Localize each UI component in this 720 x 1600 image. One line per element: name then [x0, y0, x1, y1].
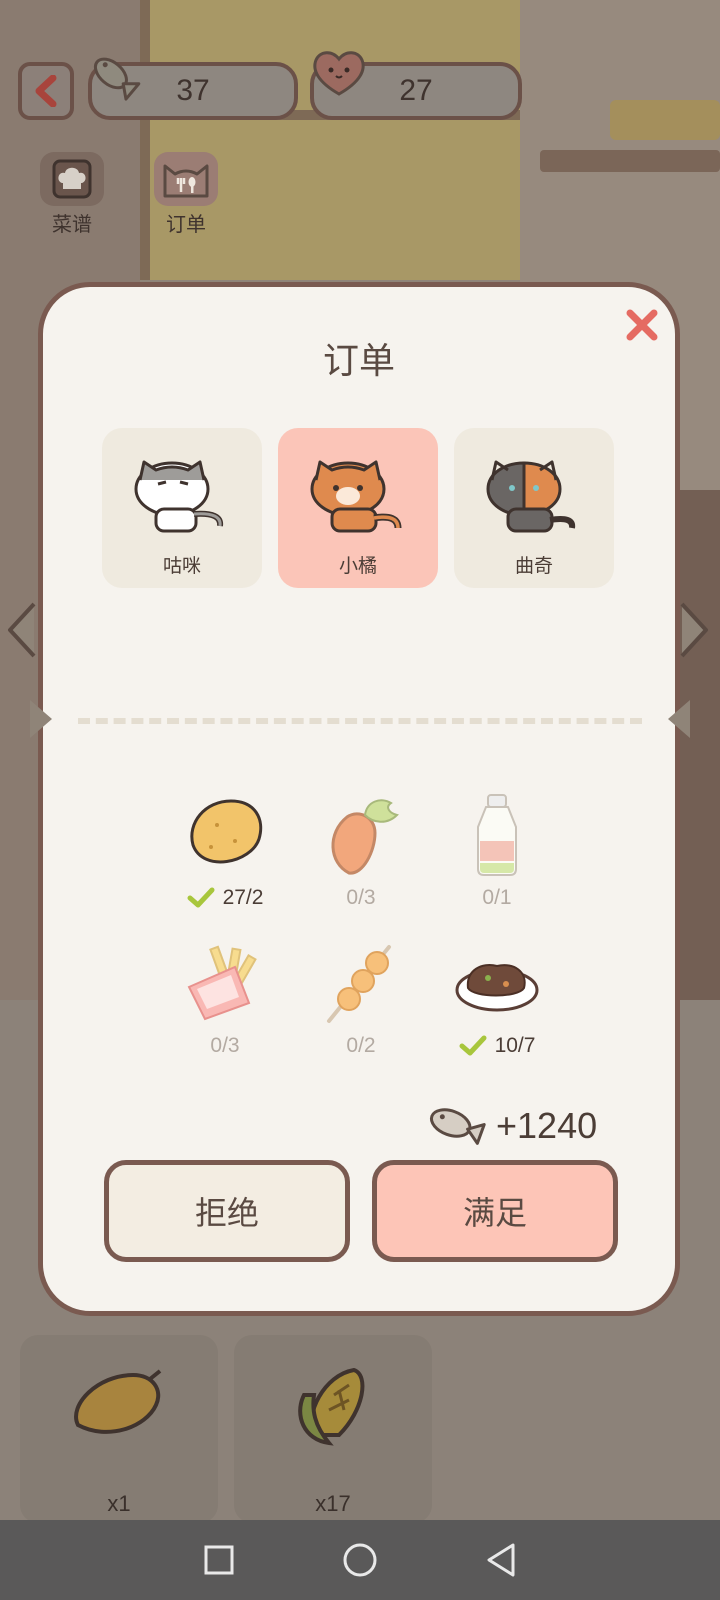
ingredient-milk: 0/1 [432, 790, 562, 910]
fries-icon [187, 945, 257, 1021]
home-icon[interactable] [342, 1542, 378, 1578]
ingredient-carrot: 0/3 [296, 790, 426, 910]
back-arrow-icon [35, 75, 57, 107]
cat-option[interactable]: 曲奇 [454, 428, 614, 588]
system-nav-bar [0, 1520, 720, 1600]
back-icon[interactable] [485, 1542, 517, 1578]
skewer-icon [327, 945, 391, 1023]
ingredient-count: 0/3 [346, 886, 376, 909]
inventory-count: x17 [315, 1491, 351, 1516]
accept-button[interactable]: 满足 [372, 1160, 618, 1262]
milk-bottle-icon [477, 794, 517, 876]
fish-icon [93, 57, 141, 101]
background-towels [610, 100, 720, 140]
inventory-slot[interactable]: x1 [20, 1335, 218, 1523]
cat-name: 小橘 [338, 555, 377, 577]
carrot-icon [331, 799, 399, 875]
background-window [140, 0, 530, 280]
ingredient-skewer: 0/2 [296, 938, 426, 1058]
stew-plate-icon [455, 964, 539, 1012]
accept-label: 满足 [462, 1194, 527, 1232]
recipes-button[interactable]: 菜谱 [32, 152, 112, 237]
back-button[interactable] [18, 62, 74, 120]
ingredient-count: 0/3 [210, 1034, 240, 1057]
recipes-label: 菜谱 [52, 212, 92, 236]
next-arrow-icon[interactable] [676, 600, 712, 660]
ingredient-count: 10/7 [494, 1034, 536, 1057]
previous-arrow-icon[interactable] [4, 600, 40, 660]
ingredient-count: 0/2 [346, 1034, 376, 1057]
ingredient-count: 27/2 [222, 886, 264, 909]
reject-label: 拒绝 [194, 1194, 259, 1232]
gray-white-cat-icon [134, 460, 224, 533]
ingredient-stew: 10/7 [432, 938, 562, 1058]
calico-cat-icon [486, 460, 576, 533]
orders-label: 订单 [166, 212, 206, 236]
fish-count: 37 [176, 74, 210, 107]
ingredient-count: 0/1 [482, 886, 512, 909]
order-reward: +1240 [426, 1098, 597, 1154]
cat-option[interactable]: 咕咪 [102, 428, 262, 588]
cat-order-icon [154, 152, 218, 206]
dialog-title: 订单 [322, 341, 395, 382]
reject-button[interactable]: 拒绝 [104, 1160, 350, 1262]
corn-icon [298, 1367, 365, 1446]
cat-option-selected[interactable]: 小橘 [278, 428, 438, 588]
chef-hat-icon [40, 152, 104, 206]
ingredient-potato: 27/2 [160, 790, 290, 910]
inventory-count: x1 [107, 1491, 131, 1516]
recents-icon[interactable] [203, 1544, 235, 1576]
inventory-slot[interactable]: x17 [234, 1335, 432, 1523]
check-icon [459, 1035, 487, 1056]
heart-count: 27 [399, 74, 433, 107]
check-icon [187, 887, 215, 908]
ingredient-fries: 0/3 [160, 938, 290, 1058]
dialog-divider [78, 718, 642, 724]
mango-icon [74, 1369, 162, 1434]
background-shelf [540, 150, 720, 172]
fish-icon [429, 1108, 486, 1145]
reward-amount: +1240 [496, 1105, 598, 1146]
cat-name: 曲奇 [514, 555, 553, 577]
orange-tabby-cat-icon [310, 460, 402, 533]
heart-icon [313, 51, 365, 96]
cat-name: 咕咪 [162, 555, 201, 577]
potato-icon [190, 799, 263, 864]
orders-button[interactable]: 订单 [146, 152, 226, 237]
